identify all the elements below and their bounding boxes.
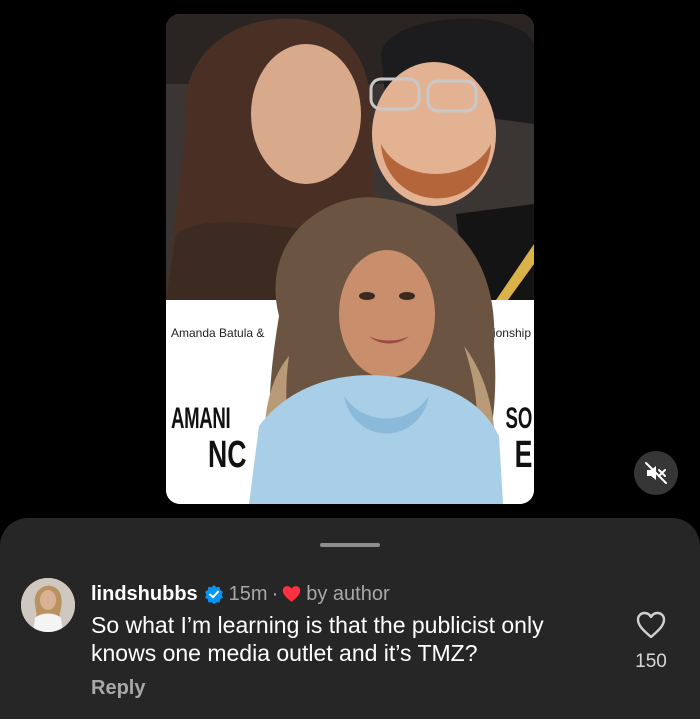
headline-right-line1: SO bbox=[505, 402, 532, 435]
comment-body: So what I’m learning is that the publici… bbox=[91, 612, 544, 666]
sheet-drag-handle[interactable] bbox=[320, 543, 380, 547]
headline-left-line2: NC bbox=[208, 434, 247, 476]
liked-by-author-label: by author bbox=[306, 582, 390, 605]
headline-right-line2: E bbox=[514, 434, 532, 476]
reply-button[interactable]: Reply bbox=[91, 677, 145, 700]
comment-time: 15m bbox=[228, 582, 268, 605]
verified-badge-icon bbox=[204, 585, 223, 604]
creator-overlay bbox=[249, 196, 503, 504]
meta-separator: · bbox=[271, 582, 279, 605]
mute-toggle-button[interactable] bbox=[634, 451, 678, 495]
comment-username[interactable]: lindshubbs bbox=[91, 583, 198, 606]
heart-outline-icon[interactable] bbox=[636, 611, 666, 639]
comment-meta: lindshubbs 15m · by author bbox=[91, 580, 390, 608]
avatar[interactable] bbox=[21, 578, 75, 632]
like-count: 150 bbox=[635, 651, 667, 672]
speaker-muted-icon bbox=[645, 462, 667, 484]
comments-sheet: lindshubbs 15m · by author So what I’m l… bbox=[0, 518, 700, 719]
headline-left-line1: AMANI bbox=[171, 402, 231, 435]
liked-by-author-heart-icon bbox=[283, 586, 301, 602]
